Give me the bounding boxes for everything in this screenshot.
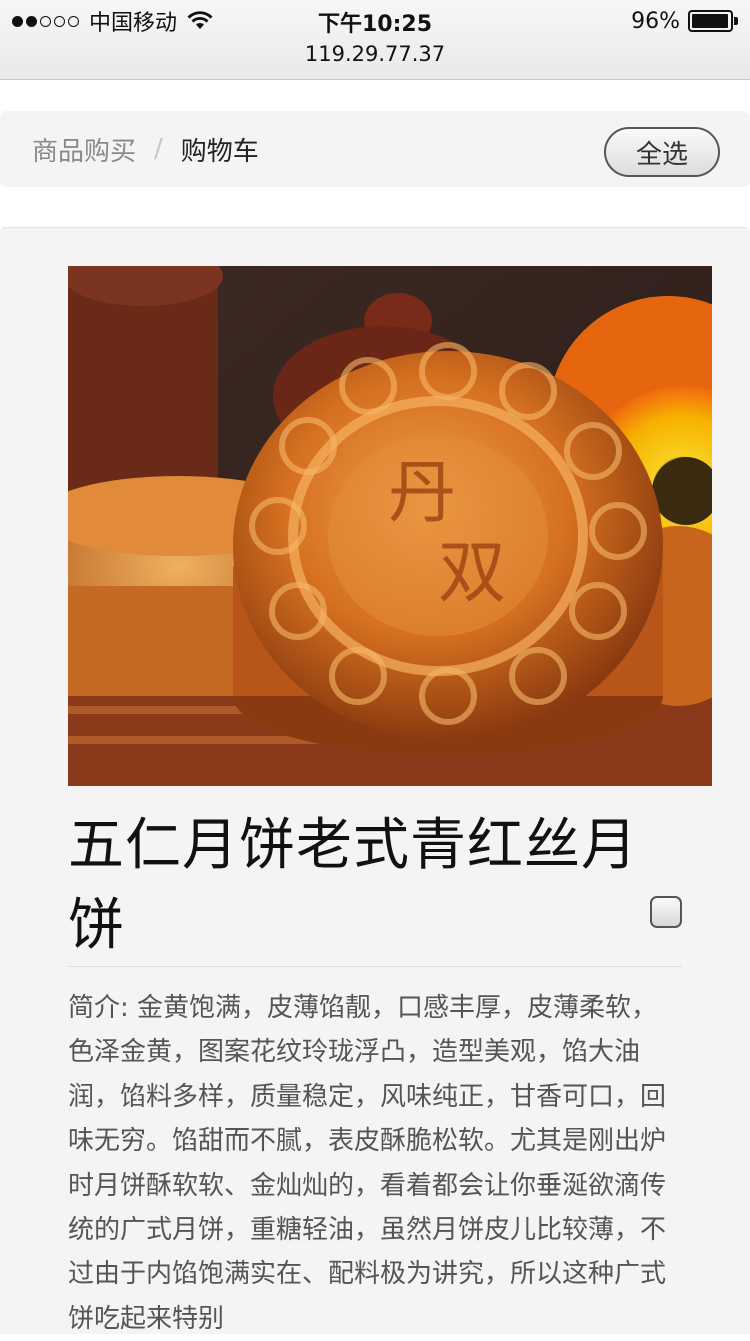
breadcrumb-separator: / — [154, 134, 163, 164]
mooncake-photo-icon: 丹 双 — [68, 266, 712, 786]
select-all-button[interactable]: 全选 — [604, 127, 720, 177]
product-select-checkbox[interactable] — [650, 896, 682, 928]
product-card: 丹 双 五仁月饼老式青红丝月饼 简介: 金黄饱满，皮薄馅靓，口感丰厚，皮薄柔软，… — [0, 227, 750, 1334]
svg-text:丹: 丹 — [388, 454, 456, 533]
product-title: 五仁月饼老式青红丝月饼 — [68, 813, 638, 958]
status-bar: 中国移动 下午10:25 119.29.77.37 96% — [0, 0, 750, 80]
breadcrumb: 商品购买 / 购物车 — [32, 111, 259, 187]
breadcrumb-bar: 商品购买 / 购物车 全选 — [0, 111, 750, 187]
svg-text:双: 双 — [438, 534, 506, 613]
breadcrumb-current: 购物车 — [180, 136, 259, 167]
battery-percent: 96% — [631, 8, 680, 34]
product-description: 简介: 金黄饱满，皮薄馅靓，口感丰厚，皮薄柔软，色泽金黄，图案花纹玲珑浮凸，造型… — [68, 993, 667, 1334]
divider — [68, 966, 682, 967]
mooncake-photo-image[interactable]: 丹 双 — [68, 266, 712, 786]
address-url[interactable]: 119.29.77.37 — [0, 42, 750, 66]
status-right: 96% — [631, 8, 738, 34]
breadcrumb-link-purchase[interactable]: 商品购买 — [32, 131, 136, 168]
battery-icon — [688, 10, 738, 32]
